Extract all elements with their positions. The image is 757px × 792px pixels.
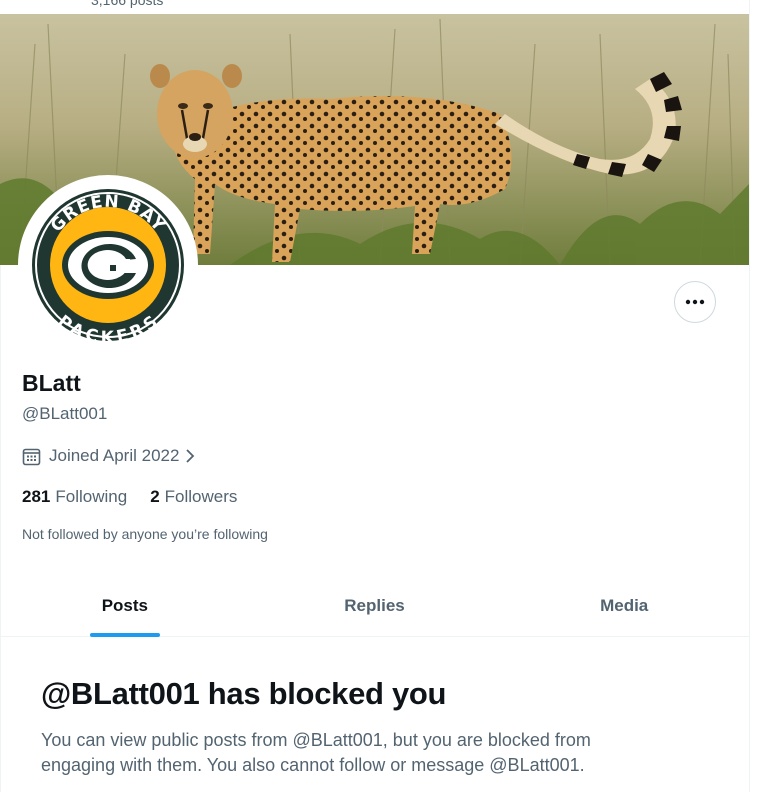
right-border [749, 0, 750, 792]
avatar[interactable]: GREEN BAY PACKERS [18, 175, 198, 355]
not-followed-note: Not followed by anyone you’re following [22, 526, 268, 542]
packers-logo-avatar: GREEN BAY PACKERS [32, 189, 184, 348]
followers-label: Followers [164, 487, 238, 506]
joined-date[interactable]: Joined April 2022 [22, 445, 195, 467]
profile-handle: @BLatt001 [22, 404, 108, 423]
profile-tabs: Posts Replies Media [0, 576, 749, 637]
followers-count: 2 [150, 487, 160, 506]
profile-stats: 281 Following 2 Followers [22, 487, 260, 507]
chevron-right-icon [185, 448, 195, 464]
tab-media[interactable]: Media [499, 576, 749, 636]
blocked-title: @BLatt001 has blocked you [41, 676, 447, 711]
following-label: Following [55, 487, 128, 506]
more-horizontal-icon [685, 299, 705, 305]
post-count: 3,166 posts [91, 0, 164, 8]
following-count: 281 [22, 487, 51, 506]
calendar-icon [22, 447, 41, 466]
tab-media-label: Media [600, 596, 649, 615]
tab-replies-label: Replies [344, 596, 405, 615]
tab-replies[interactable]: Replies [250, 576, 500, 636]
blocked-message: You can view public posts from @BLatt001… [41, 730, 591, 775]
display-name: BLatt [22, 370, 81, 396]
followers-link[interactable]: 2 Followers [150, 487, 237, 507]
tab-posts[interactable]: Posts [0, 576, 250, 637]
header-bar: 3,166 posts [0, 0, 749, 14]
tab-posts-label: Posts [101, 596, 148, 615]
following-link[interactable]: 281 Following [22, 487, 127, 507]
more-options-button[interactable] [674, 281, 716, 323]
active-tab-indicator [89, 633, 160, 637]
joined-text: Joined April 2022 [49, 446, 180, 465]
